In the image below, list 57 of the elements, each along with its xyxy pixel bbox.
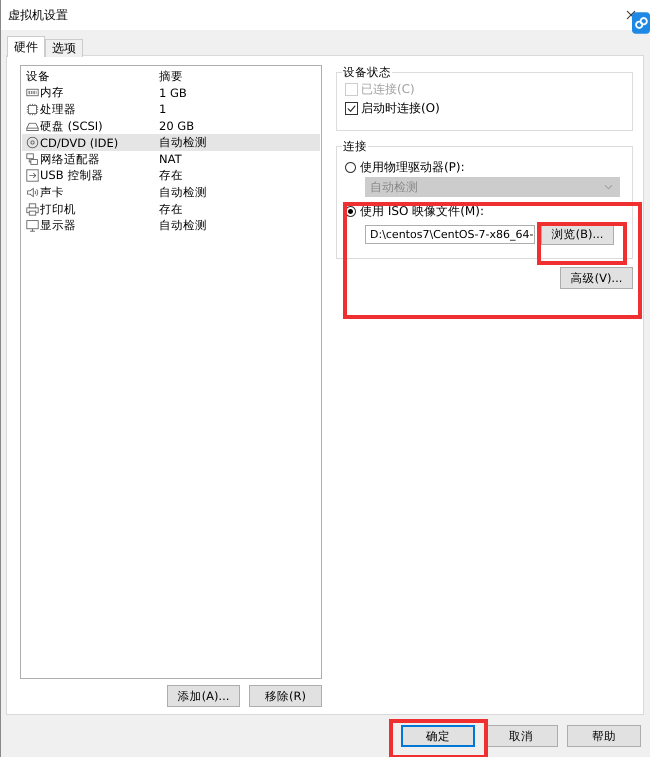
device-row[interactable]: 处理器 1 xyxy=(22,101,320,118)
usb-icon xyxy=(26,169,39,182)
group-title: 连接 xyxy=(342,139,368,154)
device-row[interactable]: 硬盘 (SCSI) 20 GB xyxy=(22,118,320,134)
device-summary: 自动检测 xyxy=(159,218,207,234)
checkbox-label: 启动时连接(O) xyxy=(361,100,440,117)
device-name: 硬盘 (SCSI) xyxy=(40,118,103,134)
list-button[interactable]: 移除(R) xyxy=(249,685,322,707)
device-summary: 存在 xyxy=(159,168,183,184)
device-summary: 1 xyxy=(159,102,166,116)
device-summary: 自动检测 xyxy=(159,135,207,150)
device-name: 处理器 xyxy=(40,102,76,117)
tab[interactable]: 硬件 xyxy=(7,36,45,57)
device-name: 声卡 xyxy=(40,184,64,200)
device-summary: 1 GB xyxy=(159,86,187,100)
device-summary: 存在 xyxy=(159,202,183,217)
caret-icon xyxy=(604,184,613,190)
monitor-icon xyxy=(26,219,39,232)
link-icon[interactable] xyxy=(632,12,650,34)
device-row[interactable]: CD/DVD (IDE) 自动检测 xyxy=(22,134,320,151)
device-summary: 自动检测 xyxy=(159,184,207,200)
column-header: 设备 xyxy=(25,68,51,84)
chip-icon xyxy=(26,102,39,116)
advanced-button[interactable]: 高级(V)... xyxy=(560,267,633,289)
device-name: 内存 xyxy=(40,85,64,100)
window-title: 虚拟机设置 xyxy=(8,6,68,24)
device-row[interactable]: 声卡 自动检测 xyxy=(22,184,320,201)
device-row[interactable]: 打印机 存在 xyxy=(22,200,320,218)
printer-icon xyxy=(26,202,39,216)
device-name: 显示器 xyxy=(40,218,76,234)
checkmark-icon xyxy=(346,103,357,114)
radio-label: 使用物理驱动器(P): xyxy=(360,158,465,176)
device-row[interactable]: USB 控制器 存在 xyxy=(22,168,320,184)
checkbox-label: 已连接(C) xyxy=(361,81,415,98)
dialog-button[interactable]: 确定 xyxy=(401,725,475,747)
speaker-icon xyxy=(26,186,39,199)
close-icon[interactable] xyxy=(626,10,636,20)
device-name: USB 控制器 xyxy=(40,168,104,184)
tab[interactable]: 选项 xyxy=(45,39,83,57)
device-row[interactable]: 网络适配器 NAT xyxy=(22,150,320,168)
device-name: 网络适配器 xyxy=(40,152,100,167)
device-name: 打印机 xyxy=(40,202,76,217)
column-header: 摘要 xyxy=(159,68,183,84)
dialog-button[interactable]: 帮助 xyxy=(567,725,641,747)
device-row[interactable]: 内存 1 GB xyxy=(22,84,320,102)
group-title: 设备状态 xyxy=(342,65,392,80)
checkbox[interactable] xyxy=(345,102,358,115)
device-summary: 20 GB xyxy=(159,119,194,134)
iso-path-field[interactable]: D:\centos7\CentOS-7-x86_64- xyxy=(365,224,535,244)
network-icon xyxy=(26,152,39,166)
device-summary: NAT xyxy=(159,152,182,166)
device-row[interactable]: 显示器 自动检测 xyxy=(22,217,320,234)
radio-label: 使用 ISO 映像文件(M): xyxy=(360,202,484,220)
radio-button[interactable] xyxy=(345,162,356,172)
list-button[interactable]: 添加(A)... xyxy=(167,685,240,707)
disc-icon xyxy=(26,136,39,150)
device-name: CD/DVD (IDE) xyxy=(40,136,118,150)
